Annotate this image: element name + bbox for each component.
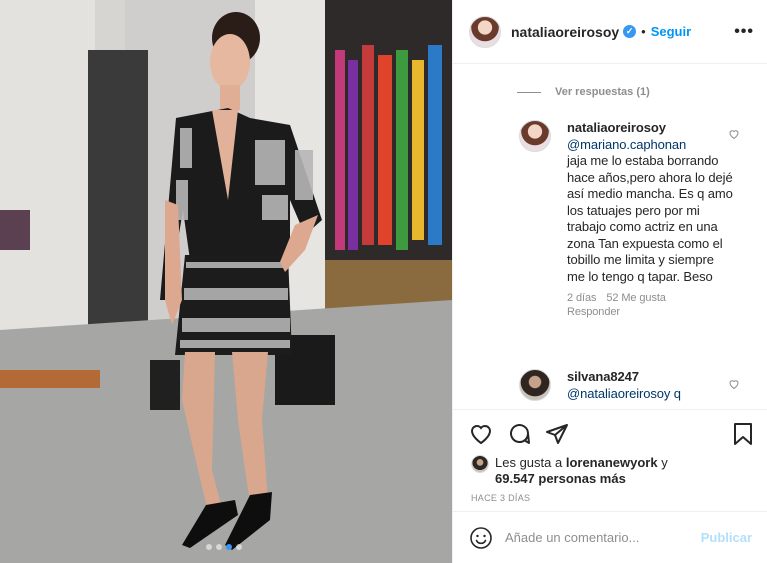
likes-joiner: y (661, 455, 668, 470)
post-header: nataliaoreirosoy ✓ • Seguir ••• (453, 0, 767, 64)
comment-input[interactable]: Añade un comentario... (505, 530, 701, 545)
header-separator: • (641, 24, 646, 39)
view-replies-button[interactable]: Ver respuestas (1) (517, 86, 650, 98)
likes-text: Les gusta a lorenanewyork y 69.547 perso… (495, 455, 695, 487)
commenter-avatar[interactable] (519, 369, 551, 401)
more-options-icon[interactable]: ••• (734, 23, 754, 41)
comment-like-heart-icon[interactable] (728, 378, 740, 390)
likes-count[interactable]: 69.547 personas más (495, 471, 626, 486)
commenter-avatar[interactable] (519, 120, 551, 152)
liker-username[interactable]: lorenanewyork (566, 455, 658, 470)
post-side-panel: nataliaoreirosoy ✓ • Seguir ••• Ver resp… (452, 0, 767, 563)
author-avatar[interactable] (469, 15, 501, 48)
heart-icon[interactable] (469, 422, 493, 446)
share-icon[interactable] (545, 422, 569, 446)
comment-mention[interactable]: @mariano.caphonan (567, 137, 686, 152)
comment-icon[interactable] (507, 422, 531, 446)
view-replies-label: Ver respuestas (1) (555, 86, 650, 98)
comment-text-block: silvana8247 @nataliaoreirosoy q (567, 369, 735, 402)
comment-item: nataliaoreirosoy @mariano.caphonan jaja … (519, 120, 735, 319)
comment-like-heart-icon[interactable] (728, 128, 740, 140)
commenter-username[interactable]: nataliaoreirosoy (567, 120, 666, 135)
post-date[interactable]: HACE 3 DÍAS (471, 493, 530, 503)
comments-list[interactable]: Ver respuestas (1) nataliaoreirosoy @mar… (453, 64, 767, 409)
follow-button[interactable]: Seguir (651, 24, 691, 39)
commenter-username[interactable]: silvana8247 (567, 369, 639, 384)
replies-line (517, 91, 541, 93)
post-actions: Les gusta a lorenanewyork y 69.547 perso… (453, 409, 767, 511)
publish-button[interactable]: Publicar (701, 530, 752, 545)
liker-avatar[interactable] (471, 455, 489, 473)
carousel-dot (206, 544, 212, 550)
emoji-icon[interactable] (469, 526, 493, 550)
add-comment-bar: Añade un comentario... Publicar (453, 511, 767, 563)
photo-illustration (0, 0, 452, 563)
carousel-dot (216, 544, 222, 550)
comment-body: jaja me lo estaba borrando hace años,per… (567, 153, 733, 284)
likes-prefix: Les gusta a (495, 455, 563, 470)
verified-badge-icon: ✓ (623, 25, 637, 38)
comment-time[interactable]: 2 días (567, 292, 596, 304)
likes-summary: Les gusta a lorenanewyork y 69.547 perso… (471, 455, 695, 487)
carousel-indicator (206, 544, 242, 550)
comment-likes[interactable]: 52 Me gusta (606, 292, 666, 304)
action-icons (469, 422, 569, 446)
carousel-dot (236, 544, 242, 550)
comment-item: silvana8247 @nataliaoreirosoy q (519, 369, 735, 402)
bookmark-icon[interactable] (732, 422, 754, 446)
comment-meta: 2 días 52 Me gusta Responder (567, 291, 735, 319)
post-photo[interactable] (0, 0, 452, 563)
carousel-dot-active (226, 544, 232, 550)
author-username[interactable]: nataliaoreirosoy (511, 24, 619, 40)
reply-button[interactable]: Responder (567, 306, 620, 318)
comment-mention[interactable]: @nataliaoreirosoy q (567, 386, 681, 401)
comment-text-block: nataliaoreirosoy @mariano.caphonan jaja … (567, 120, 735, 319)
